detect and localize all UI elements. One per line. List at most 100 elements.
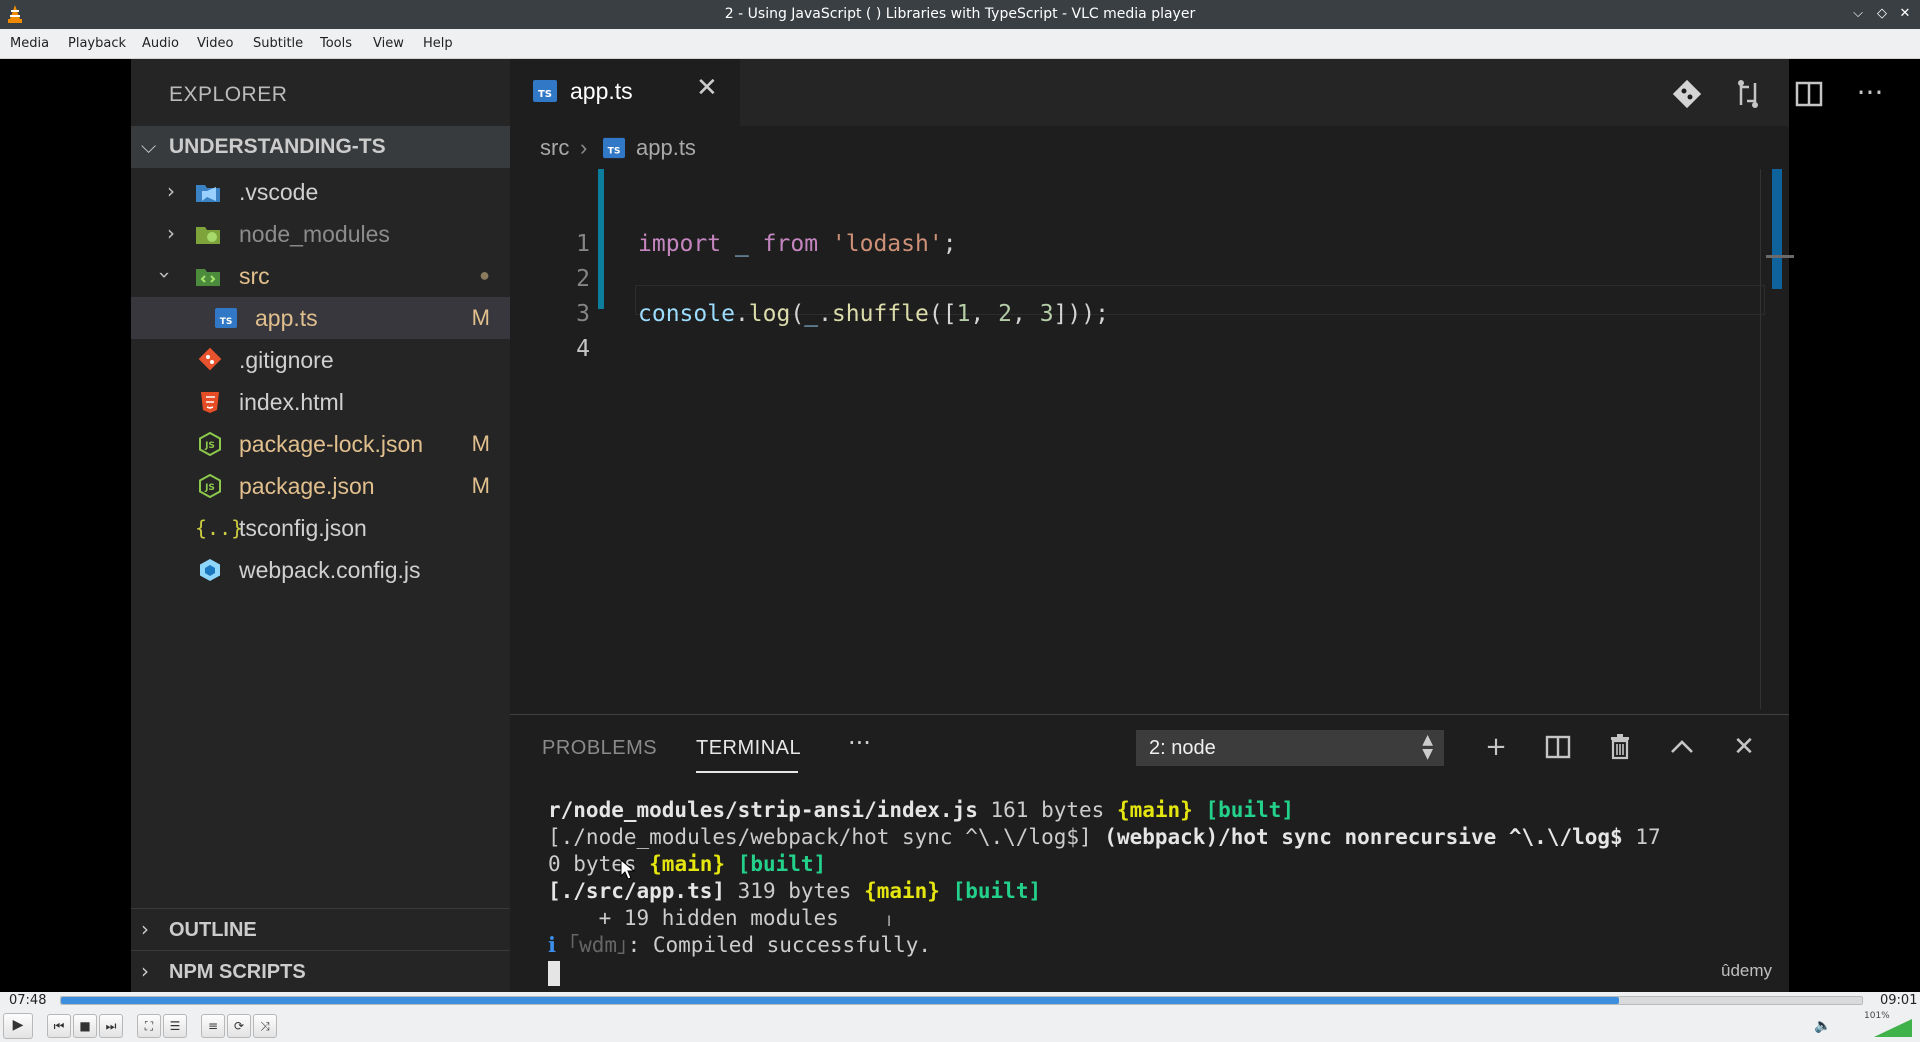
- volume-slider[interactable]: [1874, 1019, 1912, 1037]
- maximize-panel-icon: [1671, 740, 1693, 753]
- chevron-right-icon: ›: [167, 179, 175, 203]
- code-token: console: [638, 301, 735, 327]
- file-name: webpack.config.js: [239, 557, 421, 583]
- code-token: (: [790, 301, 805, 327]
- code-token: .: [734, 301, 749, 327]
- explorer-sidebar: EXPLORER ⌵ UNDERSTANDING-TS › .vscode ›: [131, 59, 510, 992]
- code-token: import: [638, 231, 722, 257]
- terminal-line: [548, 959, 1778, 986]
- next-button[interactable]: ⏭: [99, 1014, 123, 1038]
- code-token: ;: [942, 231, 957, 257]
- file-name: tsconfig.json: [239, 515, 367, 541]
- menu-playback[interactable]: Playback: [68, 36, 126, 51]
- svg-text:JS: JS: [204, 441, 215, 451]
- json-braces-icon: {..}: [195, 516, 244, 540]
- more-actions-icon: ···: [1856, 76, 1884, 109]
- menu-bar: Media Playback Audio Video Subtitle Tool…: [0, 29, 1920, 59]
- speaker-icon: 🔈: [1814, 1018, 1832, 1034]
- terminal-select: 2: node ▲ ▼: [1136, 730, 1444, 766]
- code-token: ([: [928, 301, 957, 327]
- terminal-output[interactable]: r/node_modules/strip-ansi/index.js 161 b…: [548, 797, 1778, 986]
- editor-area: TS app.ts ✕ ··· src › TS app.ts 1 2 3 4 …: [510, 59, 1883, 992]
- terminal-line: ℹ ｢wdm｣: Compiled successfully.: [548, 932, 1778, 959]
- explorer-title: EXPLORER: [169, 83, 288, 106]
- chevron-right-icon: ›: [141, 959, 149, 983]
- terminal-line: 0 bytes {main} [built]: [548, 851, 1778, 878]
- tree-item-tsconfig: {..} tsconfig.json: [131, 507, 510, 549]
- maximize-button[interactable]: ◇: [1872, 4, 1892, 24]
- overview-ruler-cursor: [1766, 255, 1794, 258]
- active-tab-underline: [696, 771, 798, 773]
- extended-settings-button[interactable]: ☰: [163, 1014, 187, 1038]
- split-editor-icon: [1795, 81, 1823, 107]
- editor-tab-app-ts: TS app.ts ✕: [510, 59, 740, 126]
- term-token: [./node_modules/webpack/hot sync ^\.\/lo…: [548, 825, 1105, 849]
- code-line-3: console.log(_.shuffle([1, 2, 3]));: [638, 301, 1109, 327]
- menu-media[interactable]: Media: [10, 36, 49, 51]
- editor-tab-bar: TS app.ts ✕ ···: [510, 59, 1883, 126]
- code-token: ,: [970, 301, 999, 327]
- video-area[interactable]: EXPLORER ⌵ UNDERSTANDING-TS › .vscode ›: [0, 59, 1920, 992]
- info-icon: ℹ: [548, 933, 556, 957]
- svg-text:TS: TS: [538, 89, 552, 100]
- minimize-button[interactable]: ⌵: [1848, 4, 1868, 24]
- stop-button[interactable]: ■: [73, 1014, 97, 1038]
- shuffle-button[interactable]: ⤨: [253, 1014, 277, 1038]
- chevron-right-icon: ›: [141, 917, 149, 941]
- code-token: 2: [998, 301, 1012, 327]
- playlist-button[interactable]: ≡: [201, 1014, 225, 1038]
- menu-tools[interactable]: Tools: [320, 36, 352, 51]
- section-label: NPM SCRIPTS: [169, 961, 306, 983]
- term-token: [1193, 798, 1206, 822]
- file-name: app.ts: [255, 305, 318, 331]
- menu-subtitle[interactable]: Subtitle: [253, 36, 303, 51]
- line-number: 1: [576, 231, 590, 257]
- project-name: UNDERSTANDING-TS: [169, 135, 386, 158]
- mouse-pointer-icon: [620, 859, 636, 880]
- chevron-right-icon: ›: [580, 135, 588, 160]
- loop-button[interactable]: ⟳: [227, 1014, 251, 1038]
- menu-audio[interactable]: Audio: [142, 36, 179, 51]
- html-file-icon: [201, 392, 219, 413]
- code-editor[interactable]: 1 2 3 4 import _ from 'lodash'; console.…: [510, 169, 1789, 419]
- text-cursor-icon: I: [887, 914, 892, 930]
- volume-control[interactable]: 🔈 101%: [1814, 1011, 1914, 1039]
- vlc-title-bar: 2 - Using JavaScript ( ) Libraries with …: [0, 0, 1920, 29]
- file-name: index.html: [239, 389, 344, 415]
- svg-text:TS: TS: [608, 146, 621, 157]
- code-line-1: import _ from 'lodash';: [638, 231, 957, 257]
- term-token: [725, 852, 738, 876]
- term-token: 161 bytes: [977, 798, 1117, 822]
- file-name: .gitignore: [239, 347, 334, 373]
- menu-view[interactable]: View: [373, 36, 404, 51]
- tree-item-webpack-config: webpack.config.js: [131, 549, 510, 591]
- udemy-watermark: ûdemy: [1721, 961, 1773, 980]
- fullscreen-button[interactable]: ⛶: [137, 1014, 161, 1038]
- outline-section: › OUTLINE: [131, 908, 510, 950]
- tree-item-vscode: › .vscode: [131, 171, 510, 213]
- code-token: from: [762, 231, 819, 257]
- tree-item-node-modules: › node_modules: [131, 213, 510, 255]
- npm-scripts-section: › NPM SCRIPTS: [131, 950, 510, 992]
- chevron-right-icon: ›: [167, 221, 175, 245]
- breadcrumb-src: src: [540, 135, 570, 160]
- terminal-cursor: [548, 960, 560, 986]
- tree-item-index-html: index.html: [131, 381, 510, 423]
- play-button[interactable]: ▶: [3, 1013, 33, 1039]
- terminal-select-value: 2: node: [1149, 737, 1216, 759]
- elapsed-time: 07:48: [9, 993, 47, 1008]
- file-name: package.json: [239, 473, 375, 499]
- file-name: package-lock.json: [239, 431, 424, 457]
- menu-help[interactable]: Help: [423, 36, 453, 51]
- open-changes-icon: [1738, 80, 1758, 108]
- menu-video[interactable]: Video: [197, 36, 233, 51]
- line-number: 3: [576, 301, 590, 327]
- term-token: 319 bytes: [725, 879, 865, 903]
- code-token: log: [748, 301, 791, 327]
- term-token: [built]: [952, 879, 1042, 903]
- seek-slider[interactable]: [60, 996, 1863, 1005]
- close-window-button[interactable]: ✕: [1895, 4, 1915, 24]
- term-token: {main}: [1116, 798, 1193, 822]
- previous-button[interactable]: ⏮: [47, 1014, 71, 1038]
- code-token: ,: [1011, 301, 1040, 327]
